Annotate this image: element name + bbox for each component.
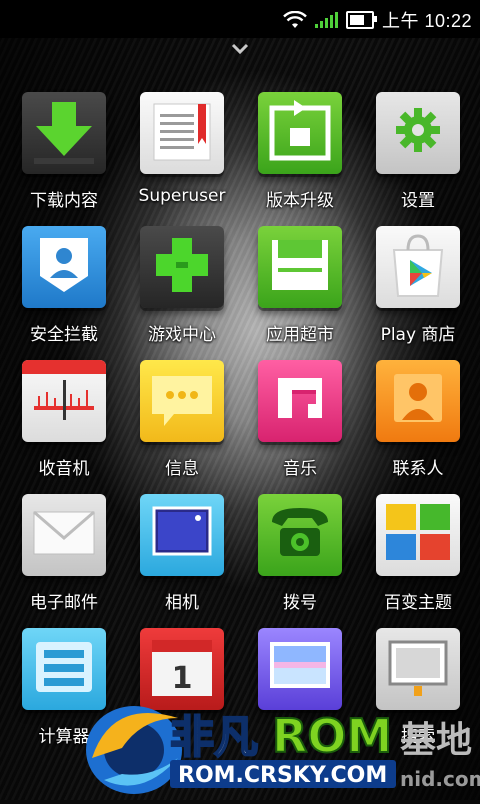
app-themes[interactable]: 百变主题: [362, 494, 474, 624]
shield-icon: [22, 226, 106, 308]
app-dialer[interactable]: 拨号: [244, 494, 356, 624]
app-label: 应用超市: [266, 325, 334, 345]
app-label: 百变主题: [384, 593, 452, 613]
app-label: 下载内容: [30, 191, 98, 211]
app-label: 设置: [401, 191, 435, 211]
document-icon: [140, 92, 224, 174]
app-label: 安全拦截: [30, 325, 98, 345]
watermark-base: 基地: [400, 720, 472, 761]
play-store-icon: [376, 226, 460, 308]
watermark-rom: ROM: [272, 709, 392, 763]
app-label: 收音机: [38, 459, 90, 479]
app-radio[interactable]: 收音机: [8, 360, 120, 490]
phone-icon: [258, 494, 342, 576]
app-camera[interactable]: 相机: [126, 494, 238, 624]
app-label: 版本升级: [266, 191, 334, 211]
download-icon: [22, 92, 106, 174]
app-label: 游戏中心: [148, 325, 216, 345]
app-label: 音乐: [283, 459, 317, 479]
status-bar: 上午 10:22: [0, 0, 480, 38]
app-label: 相机: [165, 593, 199, 613]
app-superuser[interactable]: Superuser: [126, 92, 238, 222]
app-label: Play 商店: [380, 325, 456, 345]
chevron-down-icon[interactable]: [225, 40, 255, 58]
status-time: 上午 10:22: [381, 11, 472, 31]
app-store[interactable]: 应用超市: [244, 226, 356, 356]
music-icon: [258, 360, 342, 442]
gear-icon: [376, 92, 460, 174]
upgrade-icon: [258, 92, 342, 174]
app-game-center[interactable]: 游戏中心: [126, 226, 238, 356]
app-music[interactable]: 音乐: [244, 360, 356, 490]
app-messages[interactable]: 信息: [126, 360, 238, 490]
app-label: 拨号: [283, 593, 317, 613]
watermark-brand: 非凡: [170, 712, 258, 763]
app-play-store[interactable]: Play 商店: [362, 226, 474, 356]
app-email[interactable]: 电子邮件: [8, 494, 120, 624]
app-settings[interactable]: 设置: [362, 92, 474, 222]
app-contacts[interactable]: 联系人: [362, 360, 474, 490]
mail-icon: [22, 494, 106, 576]
signal-icon: [314, 12, 338, 28]
app-label: 联系人: [392, 459, 444, 479]
radio-icon: [22, 360, 106, 442]
watermark-logo: 非凡 ROM 基地 ROM.CRSKY.COM nid.com: [82, 688, 480, 800]
store-icon: [258, 226, 342, 308]
message-icon: [140, 360, 224, 442]
app-security[interactable]: 安全拦截: [8, 226, 120, 356]
app-upgrade[interactable]: 版本升级: [244, 92, 356, 222]
battery-icon: [345, 11, 377, 29]
camera-icon: [140, 494, 224, 576]
watermark-domain-fragment: nid.com: [400, 767, 480, 791]
contacts-icon: [376, 360, 460, 442]
wifi-icon: [283, 11, 307, 28]
watermark-url: ROM.CRSKY.COM: [178, 763, 387, 788]
app-downloads[interactable]: 下载内容: [8, 92, 120, 222]
game-cross-icon: [140, 226, 224, 308]
app-label: Superuser: [138, 186, 226, 206]
theme-icon: [376, 494, 460, 576]
app-label: 电子邮件: [30, 593, 98, 613]
app-label: 信息: [165, 459, 199, 479]
